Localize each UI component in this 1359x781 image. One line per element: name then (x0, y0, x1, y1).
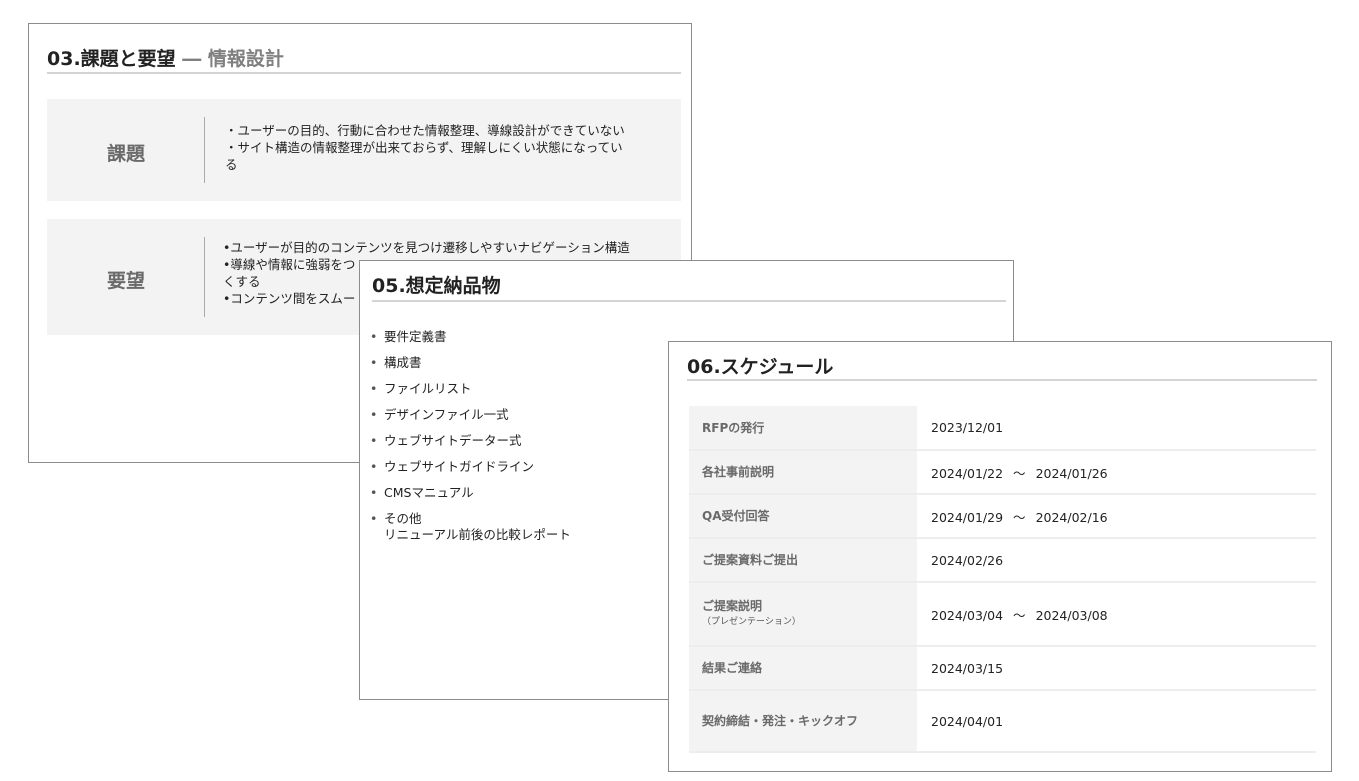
range-tilde: ～ (1013, 607, 1026, 623)
list-item: • ウェブサイトデーター式 (370, 433, 571, 459)
table-row: 契約締結・発注・キックオフ 2024/04/01 (689, 690, 1316, 753)
end-date: 2024/02/16 (1035, 509, 1108, 525)
start-date: 2024/02/26 (931, 552, 1004, 568)
table-row: QA受付回答 2024/01/29 ～ 2024/02/16 (689, 494, 1316, 539)
schedule-label: 契約締結・発注・キックオフ (689, 690, 917, 753)
schedule-date: 2024/02/26 (917, 538, 1316, 583)
title-underline (372, 300, 1006, 302)
slide-title: 03.課題と要望 ― 情報設計 (47, 44, 284, 71)
table-row: ご提案資料ご提出 2024/02/26 (689, 538, 1316, 583)
schedule-date: 2024/01/29 ～ 2024/02/16 (917, 494, 1316, 539)
schedule-date: 2024/03/15 (917, 646, 1316, 691)
schedule-label: ご提案資料ご提出 (689, 538, 917, 583)
list-item: • 要件定義書 (370, 329, 571, 355)
bullet: • (370, 329, 378, 344)
list-item-label: 要件定義書 (384, 329, 447, 344)
slide-title: 06.スケジュール (687, 356, 834, 378)
bullet: • (370, 485, 378, 500)
table-row: RFPの発行 2023/12/01 (689, 406, 1316, 451)
schedule-label: RFPの発行 (689, 406, 917, 451)
list-item-label: ウェブサイトデーター式 (384, 433, 522, 448)
slide-title-sub: ― 情報設計 (175, 48, 284, 70)
list-item: • CMSマニュアル (370, 485, 571, 511)
issues-box: 課題 ・ユーザーの目的、行動に合わせた情報整理、導線設計ができていない ・サイト… (47, 99, 681, 201)
table-row: 各社事前説明 2024/01/22 ～ 2024/01/26 (689, 450, 1316, 495)
list-item: • ウェブサイトガイドライン (370, 459, 571, 485)
schedule-label: 結果ご連絡 (689, 646, 917, 691)
schedule-label: 各社事前説明 (689, 450, 917, 495)
list-item-label: その他 (384, 511, 422, 526)
deliverables-list: • 要件定義書 • 構成書 • ファイルリスト • デザインファイル一式 • ウェブサイト… (370, 329, 571, 553)
bullet: • (370, 355, 378, 370)
table-row: ご提案説明 （プレゼンテーション） 2024/03/04 ～ 2024/03/08 (689, 582, 1316, 647)
schedule-table: RFPの発行 2023/12/01 各社事前説明 2024/01/22 ～ 2024… (689, 406, 1316, 753)
slide-card-schedule: 06.スケジュール RFPの発行 2023/12/01 各社事前説明 2024/… (668, 341, 1332, 772)
schedule-date: 2024/04/01 (917, 690, 1316, 753)
list-item: • ファイルリスト (370, 381, 571, 407)
list-item: • その他 リニューアル前後の比較レポート (370, 511, 571, 553)
issues-line: ・ユーザーの目的、行動に合わせた情報整理、導線設計ができていない (225, 123, 625, 138)
schedule-label: QA受付回答 (689, 494, 917, 539)
issues-heading: 課題 (106, 143, 145, 165)
bullet: • (370, 407, 378, 422)
end-date: 2024/03/08 (1035, 607, 1108, 623)
bullet: • (370, 511, 378, 526)
schedule-label-note: （プレゼンテーション） (702, 617, 801, 627)
list-item-label: CMSマニュアル (384, 485, 474, 500)
list-item-sublabel: リニューアル前後の比較レポート (384, 527, 571, 542)
list-item: • デザインファイル一式 (370, 407, 571, 433)
list-item-label: 構成書 (384, 355, 422, 370)
schedule-label-text: ご提案説明 (702, 599, 763, 613)
requests-heading: 要望 (106, 270, 145, 292)
table-row: 結果ご連絡 2024/03/15 (689, 646, 1316, 691)
slide-title: 05.想定納品物 (372, 275, 501, 297)
requests-divider (204, 237, 205, 317)
bullet: • (370, 459, 378, 474)
start-date: 2023/12/01 (931, 420, 1004, 435)
title-underline (47, 72, 681, 74)
schedule-date: 2024/03/04 ～ 2024/03/08 (917, 582, 1316, 647)
slide-title-main: 03.課題と要望 (47, 48, 176, 70)
bullet: • (370, 433, 378, 448)
bullet: • (370, 381, 378, 396)
range-tilde: ～ (1013, 465, 1026, 481)
start-date: 2024/03/04 (931, 607, 1004, 623)
list-item-label: ウェブサイトガイドライン (384, 459, 535, 474)
schedule-date: 2024/01/22 ～ 2024/01/26 (917, 450, 1316, 495)
range-tilde: ～ (1013, 509, 1026, 525)
start-date: 2024/01/29 (931, 509, 1004, 525)
start-date: 2024/03/15 (931, 660, 1004, 676)
list-item-label: デザインファイル一式 (384, 407, 509, 422)
list-item: • 構成書 (370, 355, 571, 381)
issues-text: ・ユーザーの目的、行動に合わせた情報整理、導線設計ができていない ・サイト構造の… (225, 122, 665, 173)
start-date: 2024/01/22 (931, 465, 1004, 481)
list-item-label: ファイルリスト (384, 381, 472, 396)
requests-line: •ユーザーが目的のコンテンツを見つけ遷移しやすいナビゲーション構造 (223, 240, 630, 255)
start-date: 2024/04/01 (931, 713, 1004, 729)
issues-divider (204, 117, 205, 183)
issues-line: ・サイト構造の情報整理が出来ておらず、理解しにくい状態になってい (225, 140, 623, 155)
issues-line: る (225, 157, 238, 172)
end-date: 2024/01/26 (1035, 465, 1108, 481)
schedule-label: ご提案説明 （プレゼンテーション） (689, 582, 917, 647)
title-underline (687, 379, 1317, 381)
schedule-date: 2023/12/01 (917, 406, 1316, 451)
